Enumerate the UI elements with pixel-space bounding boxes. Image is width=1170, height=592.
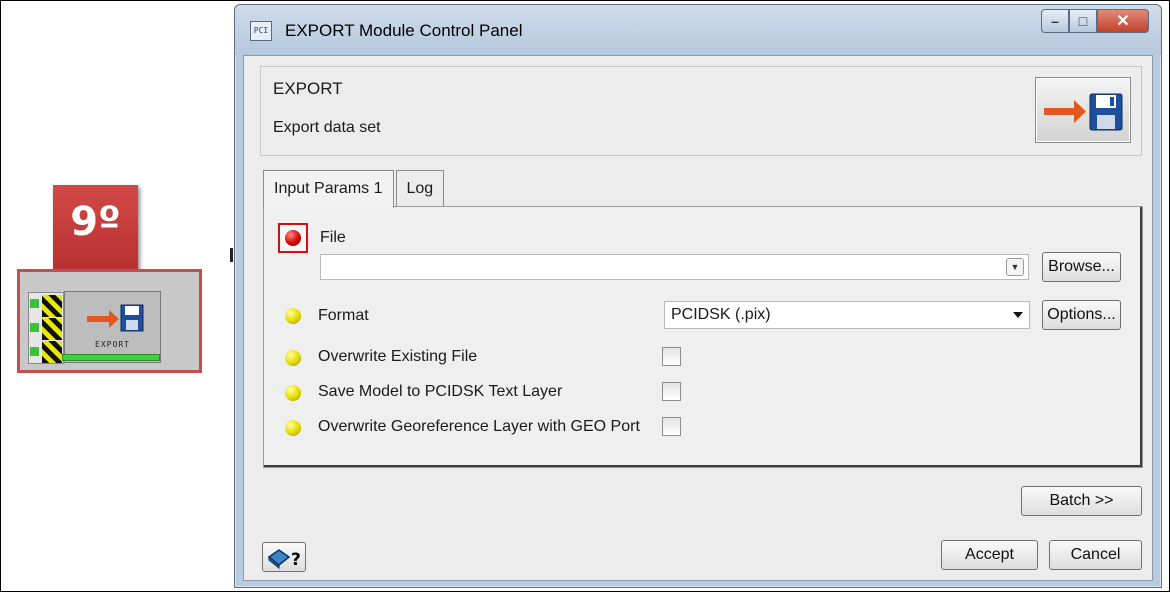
browse-button[interactable]: Browse... bbox=[1042, 252, 1121, 282]
help-book-icon: ? bbox=[267, 549, 301, 569]
export-disk-icon bbox=[1044, 93, 1123, 131]
file-path-input[interactable]: ▼ bbox=[320, 254, 1029, 280]
port-connector[interactable] bbox=[30, 323, 39, 332]
port-connector[interactable] bbox=[30, 299, 39, 308]
module-node-label: EXPORT bbox=[95, 340, 130, 349]
module-description: Export data set bbox=[273, 119, 381, 136]
format-select-value: PCIDSK (.pix) bbox=[671, 306, 771, 323]
chevron-down-icon[interactable]: ▼ bbox=[1006, 258, 1024, 276]
module-progress-bar bbox=[62, 354, 160, 361]
export-disk-icon bbox=[87, 304, 144, 332]
splitter-grip[interactable] bbox=[230, 248, 233, 262]
file-status-frame bbox=[278, 223, 308, 253]
overwrite-file-checkbox[interactable] bbox=[662, 347, 681, 366]
title-bar[interactable]: PCI EXPORT Module Control Panel – □ ✕ bbox=[235, 5, 1161, 55]
tab-input-params-1[interactable]: Input Params 1 bbox=[263, 170, 394, 208]
save-model-led-icon bbox=[285, 385, 301, 401]
window-title: EXPORT Module Control Panel bbox=[285, 21, 523, 40]
run-module-button[interactable] bbox=[1035, 77, 1131, 143]
overwrite-georef-led-icon bbox=[285, 420, 301, 436]
export-control-panel-window: PCI EXPORT Module Control Panel – □ ✕ EX… bbox=[234, 4, 1162, 588]
format-label: Format bbox=[318, 307, 369, 324]
app-icon: PCI bbox=[250, 21, 272, 41]
window-client-area: EXPORT Export data set Input Params 1 Lo… bbox=[243, 55, 1153, 581]
port-indicator bbox=[42, 341, 62, 363]
overwrite-file-led-icon bbox=[285, 350, 301, 366]
cancel-button[interactable]: Cancel bbox=[1049, 540, 1142, 570]
svg-text:?: ? bbox=[291, 550, 301, 569]
window-controls: – □ ✕ bbox=[1041, 9, 1149, 33]
module-node-button[interactable]: EXPORT bbox=[64, 291, 161, 363]
port-indicator bbox=[42, 318, 62, 340]
format-select[interactable]: PCIDSK (.pix) bbox=[664, 301, 1030, 329]
options-button[interactable]: Options... bbox=[1042, 300, 1121, 330]
module-header: EXPORT Export data set bbox=[260, 66, 1142, 156]
save-model-checkbox[interactable] bbox=[662, 382, 681, 401]
batch-button[interactable]: Batch >> bbox=[1021, 486, 1142, 516]
overwrite-file-label: Overwrite Existing File bbox=[318, 348, 478, 365]
close-button[interactable]: ✕ bbox=[1097, 9, 1149, 33]
chevron-down-icon bbox=[1013, 312, 1023, 318]
input-params-panel: File ▼ Browse... Format PCIDSK (.pix) Op… bbox=[263, 206, 1143, 468]
overwrite-georef-checkbox[interactable] bbox=[662, 417, 681, 436]
maximize-button[interactable]: □ bbox=[1069, 9, 1097, 33]
port-connector[interactable] bbox=[30, 347, 39, 356]
save-model-label: Save Model to PCIDSK Text Layer bbox=[318, 383, 563, 400]
file-status-led-icon bbox=[285, 230, 301, 246]
accept-button[interactable]: Accept bbox=[941, 540, 1038, 570]
minimize-button[interactable]: – bbox=[1041, 9, 1069, 33]
step-number-badge: 9º bbox=[53, 185, 138, 270]
format-status-led-icon bbox=[285, 308, 301, 324]
module-input-ports bbox=[28, 292, 64, 364]
port-indicator bbox=[42, 295, 62, 317]
overwrite-georef-label: Overwrite Georeference Layer with GEO Po… bbox=[318, 418, 640, 435]
modeler-export-module[interactable]: EXPORT bbox=[17, 269, 202, 373]
file-label: File bbox=[320, 229, 346, 246]
tab-strip: Input Params 1 Log bbox=[263, 170, 446, 208]
help-button[interactable]: ? bbox=[262, 542, 306, 572]
tab-log[interactable]: Log bbox=[395, 170, 445, 206]
module-name: EXPORT bbox=[273, 79, 343, 98]
